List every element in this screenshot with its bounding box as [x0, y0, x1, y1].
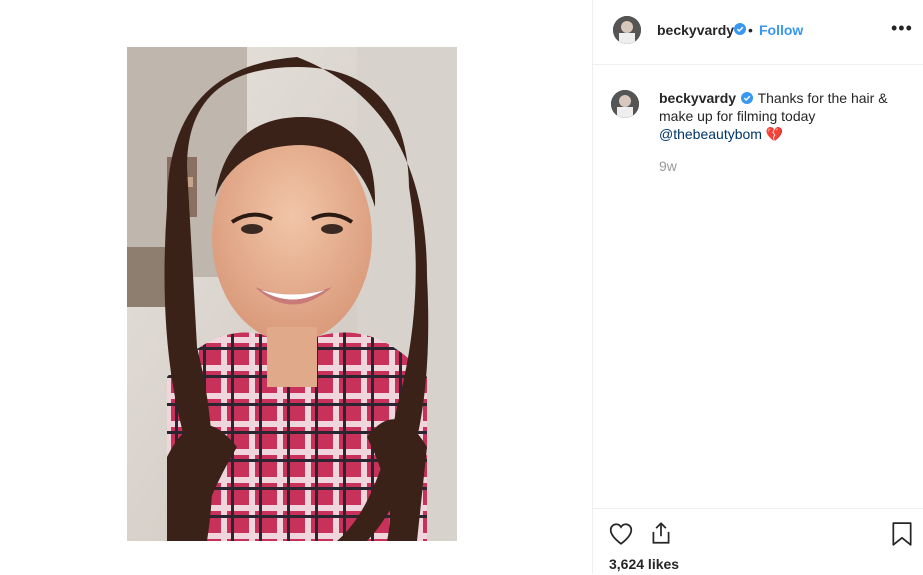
post-photo[interactable]	[127, 47, 457, 541]
post-caption: beckyvardy Thanks for the hair & make up…	[659, 89, 899, 143]
bookmark-icon[interactable]	[890, 521, 914, 547]
caption-avatar[interactable]	[611, 90, 639, 118]
separator-dot: •	[748, 22, 753, 38]
follow-button[interactable]: Follow	[759, 22, 803, 38]
broken-heart-emoji: 💔	[765, 126, 784, 142]
avatar[interactable]	[613, 16, 641, 44]
likes-count[interactable]: 3,624 likes	[609, 556, 679, 572]
post-side-panel: beckyvardy • Follow ••• beckyvardy Thank…	[592, 0, 923, 574]
verified-badge-icon	[734, 23, 746, 35]
heart-icon[interactable]	[608, 521, 634, 547]
avatar-image	[613, 16, 641, 44]
avatar-image	[611, 90, 639, 118]
caption-username[interactable]: beckyvardy	[659, 90, 736, 106]
caption-mention-link[interactable]: @thebeautybom	[659, 126, 762, 142]
selfie-illustration	[127, 47, 457, 541]
post-media-area	[0, 0, 592, 574]
more-options-icon[interactable]: •••	[891, 18, 913, 39]
post-timestamp[interactable]: 9w	[659, 158, 677, 174]
post-header: beckyvardy • Follow •••	[593, 0, 923, 65]
share-icon[interactable]	[648, 520, 674, 546]
verified-badge-icon	[740, 92, 753, 104]
username-link[interactable]: beckyvardy	[657, 22, 734, 38]
post-actions: 3,624 likes	[593, 508, 923, 575]
